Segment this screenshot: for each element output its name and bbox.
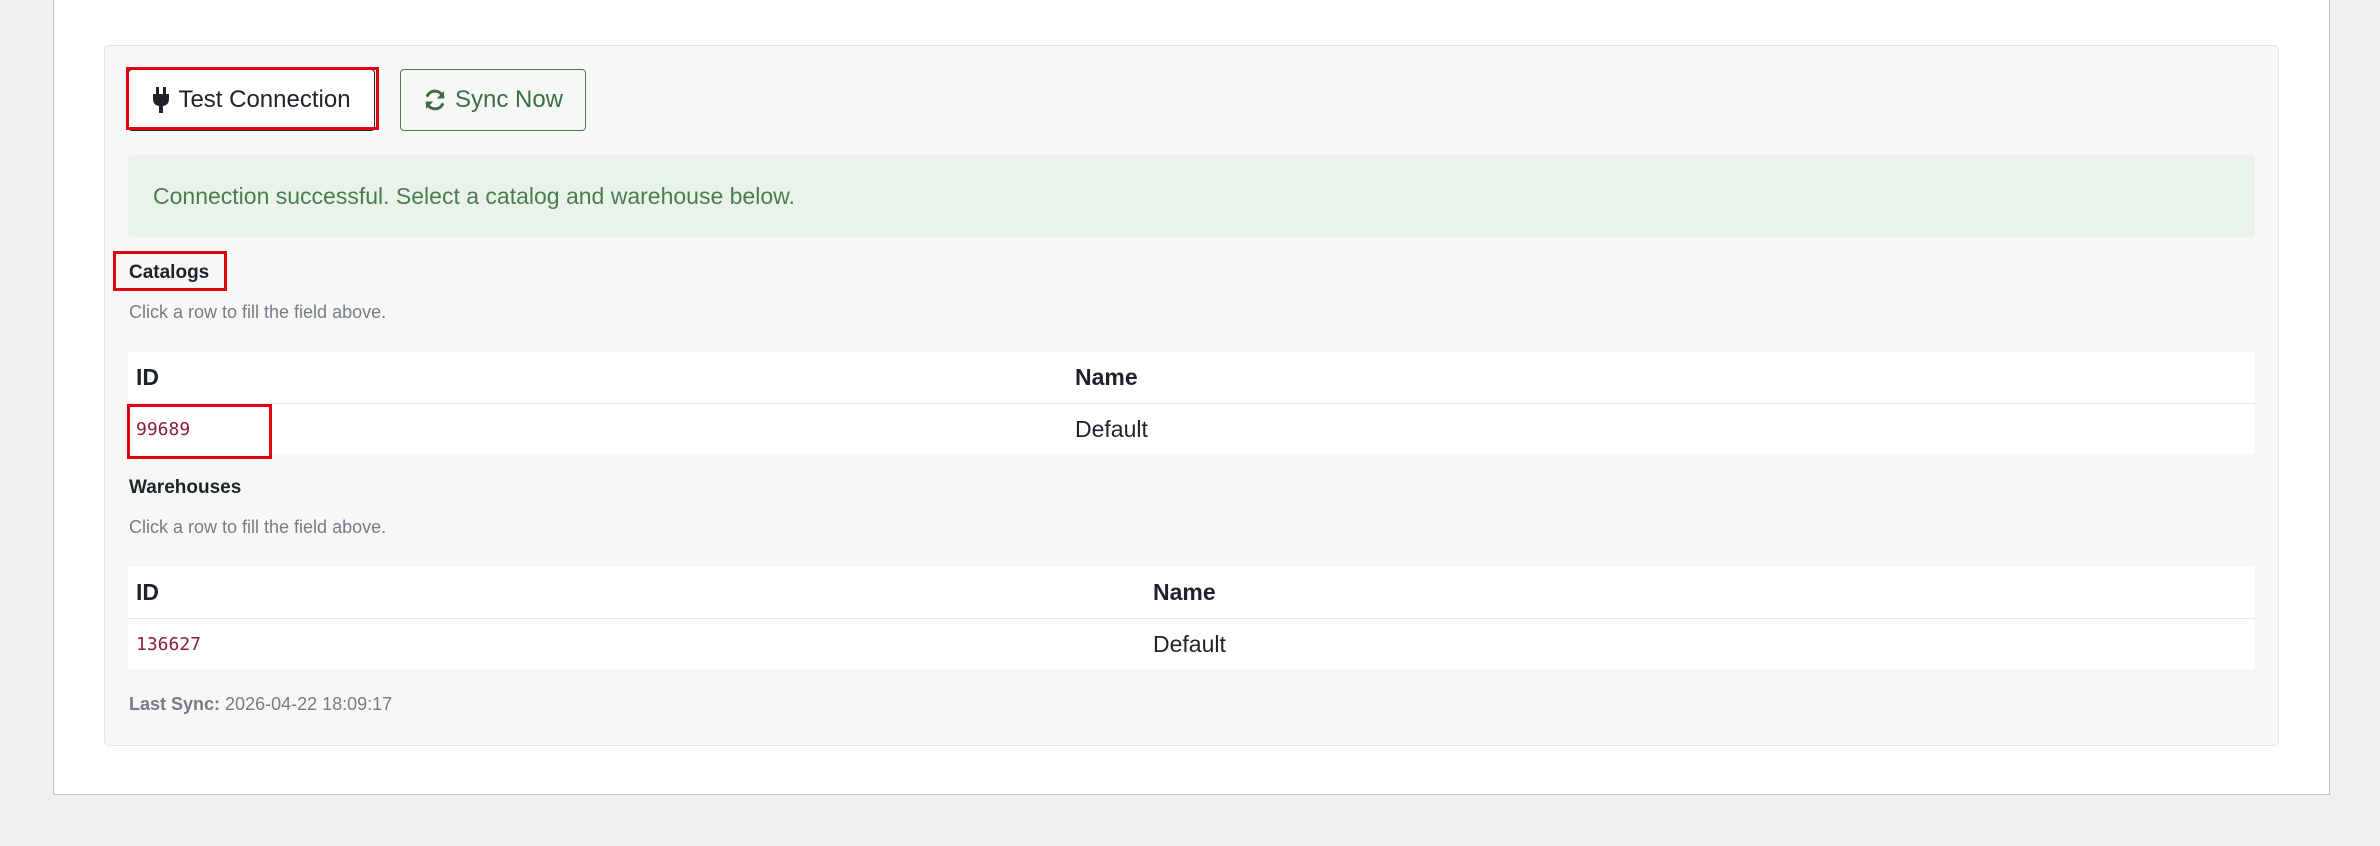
catalog-name-cell: Default (1075, 415, 1148, 442)
warehouse-name-cell: Default (1153, 630, 1226, 657)
last-sync-info: Last Sync: 2026-04-22 18:09:17 (129, 694, 392, 715)
catalogs-table: ID Name 99689 Default (128, 352, 2255, 454)
sync-now-button[interactable]: Sync Now (400, 69, 586, 131)
notice-message: Connection successful. Select a catalog … (153, 182, 795, 209)
warehouses-table: ID Name 136627 Default (128, 567, 2255, 669)
column-header-id: ID (136, 579, 159, 605)
warehouse-id-cell: 136627 (136, 633, 202, 655)
last-sync-value: 2026-04-22 18:09:17 (225, 694, 393, 714)
catalogs-title: Catalogs (129, 262, 210, 283)
warehouses-title: Warehouses (129, 477, 242, 498)
warehouses-hint: Click a row to fill the field above. (129, 517, 387, 537)
success-notice: Connection successful. Select a catalog … (128, 155, 2255, 237)
test-connection-button[interactable]: Test Connection (128, 69, 375, 131)
column-header-name: Name (1075, 364, 1138, 390)
refresh-icon (423, 88, 447, 112)
table-header-row: ID Name (128, 352, 2255, 404)
sync-now-label: Sync Now (454, 86, 564, 113)
table-header-row: ID Name (128, 567, 2255, 619)
catalog-id-cell: 99689 (136, 418, 191, 440)
column-header-id: ID (136, 364, 159, 390)
table-row[interactable]: 99689 Default (128, 404, 2255, 454)
table-row[interactable]: 136627 Default (128, 619, 2255, 669)
column-header-name: Name (1153, 579, 1216, 605)
test-connection-label: Test Connection (178, 86, 351, 113)
last-sync-label: Last Sync: (129, 694, 221, 714)
catalogs-hint: Click a row to fill the field above. (129, 302, 387, 322)
plug-icon (152, 87, 170, 113)
